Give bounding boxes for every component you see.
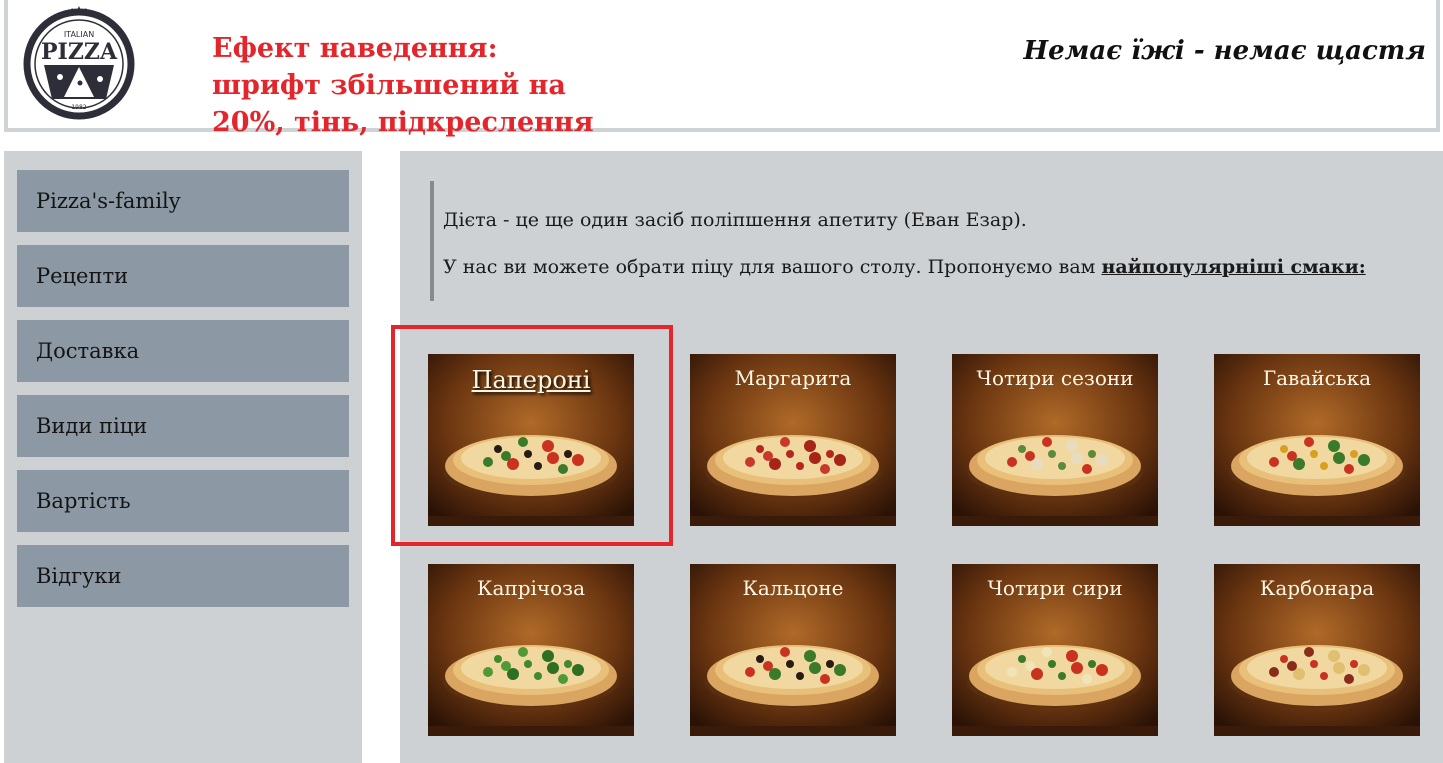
sidebar-item-label: Види піци bbox=[36, 414, 148, 438]
pizza-card[interactable]: Кальцоне bbox=[690, 564, 896, 736]
pizza-card[interactable]: Карбонара bbox=[1214, 564, 1420, 736]
sidebar-item-recipes[interactable]: Рецепти bbox=[17, 245, 349, 307]
svg-text:1982: 1982 bbox=[71, 104, 86, 111]
pizza-name: Маргарита bbox=[734, 366, 852, 390]
svg-text:PIZZA: PIZZA bbox=[41, 39, 118, 65]
sidebar-item-pizza-types[interactable]: Види піци bbox=[17, 395, 349, 457]
sidebar-item-label: Доставка bbox=[36, 339, 140, 363]
annotation-line-2: шрифт збільшений на bbox=[212, 70, 566, 101]
pizza-logo-icon[interactable]: ITALIAN PIZZA 1982 bbox=[20, 3, 138, 121]
intro-text-prefix: У нас ви можете обрати піцу для вашого с… bbox=[443, 256, 1102, 278]
sidebar-item-label: Відгуки bbox=[36, 564, 122, 588]
pizza-name: Карбонара bbox=[1259, 576, 1375, 600]
annotation-line-3: 20%, тінь, підкреслення bbox=[212, 107, 594, 138]
sidebar-item-label: Pizza's-family bbox=[36, 189, 181, 213]
pizza-card[interactable]: Капрічоза bbox=[428, 564, 634, 736]
pizza-name: Капрічоза bbox=[476, 576, 586, 600]
pizza-card[interactable]: Чотири сезони bbox=[952, 354, 1158, 526]
popular-flavors-link[interactable]: найпопулярніші смаки: bbox=[1101, 256, 1365, 278]
hover-effect-annotation: Ефект наведення: шрифт збільшений на 20%… bbox=[212, 30, 632, 141]
intro-text: У нас ви можете обрати піцу для вашого с… bbox=[443, 256, 1366, 278]
hover-highlight-frame bbox=[391, 325, 673, 546]
pizza-card[interactable]: Чотири сири bbox=[952, 564, 1158, 736]
pizza-name: Чотири сири bbox=[987, 576, 1123, 600]
sidebar-nav: Pizza's-family Рецепти Доставка Види піц… bbox=[4, 151, 362, 763]
pizza-name: Чотири сезони bbox=[976, 366, 1134, 390]
svg-text:ITALIAN: ITALIAN bbox=[64, 30, 94, 39]
annotation-line-1: Ефект наведення: bbox=[212, 33, 498, 64]
sidebar-item-label: Вартість bbox=[36, 489, 131, 513]
pizza-name: Кальцоне bbox=[742, 576, 844, 600]
sidebar-item-reviews[interactable]: Відгуки bbox=[17, 545, 349, 607]
slogan: Немає їжі - немає щастя bbox=[1023, 36, 1426, 66]
pizza-card[interactable]: Маргарита bbox=[690, 354, 896, 526]
sidebar-item-price[interactable]: Вартість bbox=[17, 470, 349, 532]
intro-quote: Дієта - це ще один засіб поліпшення апет… bbox=[430, 181, 1410, 301]
pizza-card[interactable]: Гавайська bbox=[1214, 354, 1420, 526]
header: ITALIAN PIZZA 1982 Ефект наведення: шриф… bbox=[4, 0, 1440, 138]
sidebar-item-pizzas-family[interactable]: Pizza's-family bbox=[17, 170, 349, 232]
sidebar-item-label: Рецепти bbox=[36, 264, 129, 288]
sidebar-item-delivery[interactable]: Доставка bbox=[17, 320, 349, 382]
pizza-name: Гавайська bbox=[1262, 366, 1372, 390]
quote-text: Дієта - це ще один засіб поліпшення апет… bbox=[443, 209, 1027, 231]
